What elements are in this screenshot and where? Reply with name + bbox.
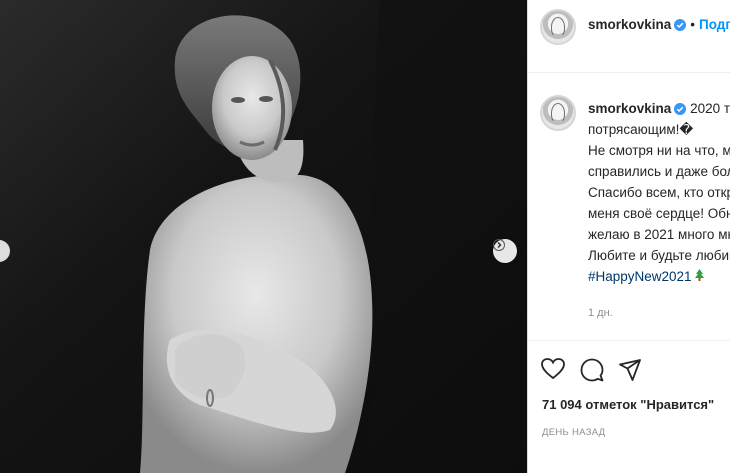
caption-line: желаю в 2021 много мн <box>588 227 730 242</box>
photo-illustration <box>0 0 527 473</box>
header-username[interactable]: smorkovkina <box>588 17 671 32</box>
caption-line: меня своё сердце! Обни <box>588 206 730 221</box>
caption-avatar[interactable] <box>540 95 576 131</box>
caption-line: справились и даже боль <box>588 164 730 179</box>
heart-icon[interactable] <box>541 358 565 380</box>
avatar[interactable] <box>540 9 576 45</box>
comment-icon[interactable] <box>580 358 604 382</box>
header-user-row: smorkovkina • Подпис <box>588 17 730 32</box>
separator-dot: • <box>690 17 696 32</box>
hashtag-link[interactable]: #HappyNew2021 <box>588 269 692 284</box>
christmas-tree-icon <box>694 269 704 281</box>
caption-line: Спасибо всем, кто откры <box>588 185 730 200</box>
caption-username[interactable]: smorkovkina <box>588 101 671 116</box>
instagram-post-modal: smorkovkina • Подпис smorkovkina 2020 ты… <box>0 0 730 473</box>
next-image-button[interactable] <box>493 239 517 263</box>
caption-time[interactable]: 1 дн. <box>588 307 613 319</box>
share-icon[interactable] <box>618 358 642 382</box>
caption-line: Любите и будьте любим <box>588 248 730 263</box>
chevron-right-icon <box>493 239 505 251</box>
verified-badge-icon <box>674 18 687 31</box>
caption-line: потрясающим!� <box>588 122 694 137</box>
likes-count[interactable]: 71 094 отметок "Нравится" <box>542 397 714 412</box>
caption-text: smorkovkina 2020 ты потрясающим!� Не смо… <box>588 98 730 287</box>
caption-line-text: 2020 ты <box>690 101 730 116</box>
verified-badge-icon <box>674 103 687 116</box>
action-bar <box>528 340 730 401</box>
caption-line: Не смотря ни на что, мы <box>588 143 730 158</box>
post-sidebar: smorkovkina • Подпис smorkovkina 2020 ты… <box>527 0 730 473</box>
caption-line-1: smorkovkina 2020 ты <box>588 98 730 119</box>
hashtag-line: #HappyNew2021 <box>588 266 730 287</box>
post-date[interactable]: ДЕНЬ НАЗАД <box>542 427 605 438</box>
post-photo <box>0 0 527 473</box>
post-header: smorkovkina • Подпис <box>528 0 730 73</box>
follow-button[interactable]: Подпис <box>699 17 730 32</box>
